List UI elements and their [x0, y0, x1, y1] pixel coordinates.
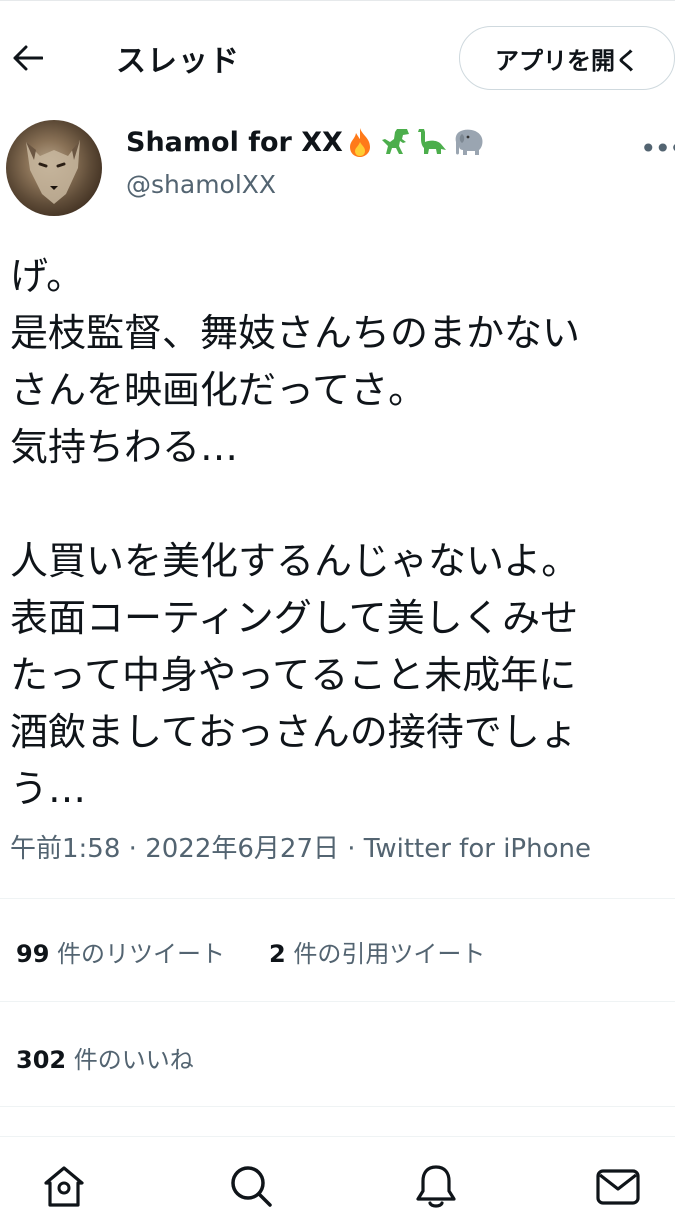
tweet-author: Shamol for XX @shamolXX ••• [0, 118, 675, 218]
tweet-line: 是枝監督、舞妓さんちのまかない [10, 311, 581, 355]
name-emojis [345, 126, 485, 158]
bottom-tab-bar [0, 1136, 675, 1208]
retweets-count: 99 [16, 940, 50, 968]
tweet-source[interactable]: Twitter for iPhone [364, 834, 591, 864]
tweet-line: げ。 [10, 254, 85, 298]
search-icon [231, 1166, 272, 1207]
quotes-count: 2 [269, 940, 286, 968]
tweet-line: 表面コーティングして美しくみせ [10, 596, 579, 640]
tweet-line: う… [10, 767, 87, 811]
tweet-date[interactable]: 2022年6月27日 [145, 834, 339, 864]
engagement-stats: 99 件のリツイート 2 件の引用ツイート [16, 934, 485, 969]
tweet-line: 酒飲ましておっさんの接待でしょ [10, 710, 578, 754]
tweet-line: さんを映画化だってさ。 [10, 368, 427, 412]
tab-search[interactable] [226, 1161, 274, 1209]
divider [0, 1001, 675, 1002]
messages-icon [596, 1169, 640, 1205]
tab-notifications[interactable] [412, 1161, 460, 1209]
likes-count: 302 [16, 1046, 67, 1074]
divider [0, 898, 675, 899]
more-options-icon[interactable]: ••• [640, 132, 675, 165]
display-name: Shamol for XX [126, 126, 343, 158]
tweet-line: 人買いを美化するんじゃないよ。 [10, 539, 580, 583]
tab-messages[interactable] [594, 1161, 642, 1209]
likes-stat[interactable]: 302 件のいいね [16, 1040, 194, 1075]
author-name[interactable]: Shamol for XX [126, 126, 485, 158]
home-icon [44, 1166, 84, 1207]
tweet-text: げ。 是枝監督、舞妓さんちのまかない さんを映画化だってさ。 気持ちわる… 人買… [10, 248, 670, 818]
author-handle[interactable]: @shamolXX [126, 170, 276, 199]
tweet-meta: 午前1:58 · 2022年6月27日 · Twitter for iPhone [10, 828, 591, 865]
tweet-time[interactable]: 午前1:58 [10, 834, 120, 864]
t-rex-icon [381, 129, 409, 154]
sauropod-icon [417, 129, 446, 154]
avatar[interactable] [6, 120, 102, 216]
tab-home[interactable] [40, 1161, 88, 1209]
thread-header: スレッド アプリを開く [0, 6, 675, 106]
retweets-stat[interactable]: 99 件のリツイート [16, 934, 225, 969]
meta-separator: · [120, 834, 146, 864]
likes-label: 件のいいね [66, 1046, 194, 1074]
back-arrow-icon [13, 45, 43, 71]
fire-icon [349, 128, 370, 157]
elephant-icon [455, 129, 483, 155]
retweets-label: 件のリツイート [49, 940, 226, 968]
page-title: スレッド [116, 44, 240, 79]
divider [0, 1106, 675, 1107]
tweet-line: 気持ちわる… [10, 425, 239, 469]
back-button[interactable] [10, 36, 46, 80]
quotes-stat[interactable]: 2 件の引用ツイート [269, 934, 485, 969]
meta-separator: · [338, 834, 364, 864]
tweet-line: たって中身やってること未成年に [10, 653, 577, 697]
wolf-avatar-icon [26, 140, 80, 204]
quotes-label: 件の引用ツイート [285, 940, 486, 968]
notifications-icon [416, 1165, 456, 1208]
open-app-button[interactable]: アプリを開く [459, 26, 675, 90]
